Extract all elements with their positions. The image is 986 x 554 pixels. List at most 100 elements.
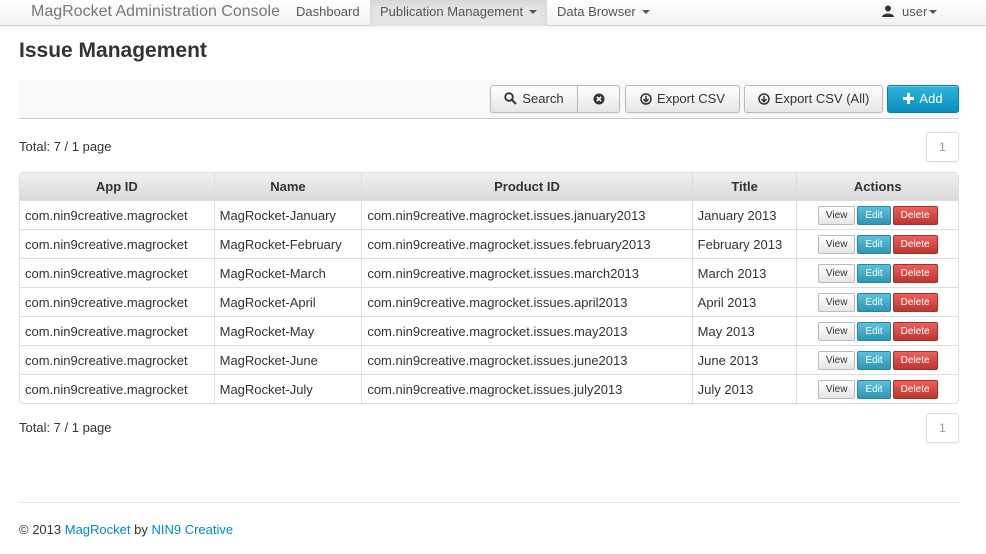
search-button[interactable]: Search xyxy=(490,85,578,113)
footer: © 2013 MagRocket by NIN9 Creative xyxy=(19,522,233,537)
cell-actions: View Edit Delete xyxy=(796,200,958,229)
view-button[interactable]: View xyxy=(817,263,856,283)
edit-button[interactable]: Edit xyxy=(857,321,891,341)
table-header-row: App ID Name Product ID Title Actions xyxy=(20,173,958,200)
add-button[interactable]: Add xyxy=(887,85,959,113)
edit-button[interactable]: Edit xyxy=(857,292,891,312)
delete-button[interactable]: Delete xyxy=(892,292,938,312)
clear-search-button[interactable] xyxy=(577,85,620,113)
cell-title: February 2013 xyxy=(691,229,797,258)
cell-app-id: com.nin9creative.magrocket xyxy=(20,287,214,316)
cell-app-id: com.nin9creative.magrocket xyxy=(20,200,214,229)
cell-actions: View Edit Delete xyxy=(796,258,958,287)
cell-app-id: com.nin9creative.magrocket xyxy=(20,316,214,345)
table-row: com.nin9creative.magrocket MagRocket-Apri… xyxy=(20,287,958,316)
delete-button[interactable]: Delete xyxy=(892,234,938,254)
download-icon xyxy=(757,92,770,105)
nav-publication-management[interactable]: Publication Management xyxy=(370,0,548,26)
cell-name: MagRocket-March xyxy=(213,258,362,287)
view-button[interactable]: View xyxy=(817,350,856,370)
cell-app-id: com.nin9creative.magrocket xyxy=(20,374,214,403)
delete-button[interactable]: Delete xyxy=(892,321,938,341)
delete-button[interactable]: Delete xyxy=(892,379,938,399)
nav-dashboard-label: Dashboard xyxy=(296,4,360,19)
cell-title: June 2013 xyxy=(691,345,797,374)
cell-product-id: com.nin9creative.magrocket.issues.june20… xyxy=(361,345,692,374)
user-icon xyxy=(882,5,894,18)
caret-down-icon xyxy=(529,9,538,14)
total-count-bottom: Total: 7 / 1 page xyxy=(19,420,112,435)
cell-actions: View Edit Delete xyxy=(796,345,958,374)
cell-product-id: com.nin9creative.magrocket.issues.april2… xyxy=(361,287,692,316)
nav-publication-management-label: Publication Management xyxy=(380,4,524,19)
view-button[interactable]: View xyxy=(817,205,856,225)
cell-name: MagRocket-May xyxy=(213,316,362,345)
delete-button[interactable]: Delete xyxy=(892,263,938,283)
cell-title: July 2013 xyxy=(691,374,797,403)
view-button[interactable]: View xyxy=(817,292,856,312)
cell-title: April 2013 xyxy=(691,287,797,316)
cell-name: MagRocket-January xyxy=(213,200,362,229)
edit-button[interactable]: Edit xyxy=(857,379,891,399)
export-csv-all-label: Export CSV (All) xyxy=(774,91,870,106)
clear-icon xyxy=(593,93,604,105)
issues-table: App ID Name Product ID Title Actions com… xyxy=(19,172,959,404)
total-count-top: Total: 7 / 1 page xyxy=(19,139,112,154)
export-csv-all-button[interactable]: Export CSV (All) xyxy=(744,85,883,113)
cell-title: May 2013 xyxy=(691,316,797,345)
export-csv-button[interactable]: Export CSV xyxy=(625,85,740,113)
page-title: Issue Management xyxy=(19,39,207,62)
column-header-product-id[interactable]: Product ID xyxy=(361,173,692,200)
cell-actions: View Edit Delete xyxy=(796,316,958,345)
cell-product-id: com.nin9creative.magrocket.issues.februa… xyxy=(361,229,692,258)
view-button[interactable]: View xyxy=(817,234,856,254)
delete-button[interactable]: Delete xyxy=(892,350,938,370)
pagination-page-top[interactable]: 1 xyxy=(926,132,959,162)
column-header-title[interactable]: Title xyxy=(691,173,797,200)
cell-product-id: com.nin9creative.magrocket.issues.may201… xyxy=(361,316,692,345)
search-button-label: Search xyxy=(522,91,564,106)
table-row: com.nin9creative.magrocket MagRocket-July… xyxy=(20,374,958,403)
footer-magrocket-link[interactable]: MagRocket xyxy=(65,522,131,537)
table-row: com.nin9creative.magrocket MagRocket-Febr… xyxy=(20,229,958,258)
nav-dashboard[interactable]: Dashboard xyxy=(286,0,370,26)
view-button[interactable]: View xyxy=(817,379,856,399)
cell-title: March 2013 xyxy=(691,258,797,287)
export-csv-label: Export CSV xyxy=(657,91,725,106)
nav-data-browser[interactable]: Data Browser xyxy=(547,0,660,26)
search-icon xyxy=(504,92,518,105)
delete-button[interactable]: Delete xyxy=(892,205,938,225)
edit-button[interactable]: Edit xyxy=(857,234,891,254)
column-header-app-id[interactable]: App ID xyxy=(20,173,214,200)
top-navbar: MagRocket Administration Console Dashboa… xyxy=(0,0,986,26)
column-header-actions: Actions xyxy=(796,173,958,200)
cell-app-id: com.nin9creative.magrocket xyxy=(20,345,214,374)
add-button-label: Add xyxy=(919,91,943,106)
footer-company-link[interactable]: NIN9 Creative xyxy=(151,522,233,537)
brand-title[interactable]: MagRocket Administration Console xyxy=(31,2,280,22)
cell-name: MagRocket-February xyxy=(213,229,362,258)
nav-data-browser-label: Data Browser xyxy=(557,4,636,19)
view-button[interactable]: View xyxy=(817,321,856,341)
table-row: com.nin9creative.magrocket MagRocket-Marc… xyxy=(20,258,958,287)
edit-button[interactable]: Edit xyxy=(857,205,891,225)
column-header-name[interactable]: Name xyxy=(213,173,362,200)
plus-icon xyxy=(903,93,915,105)
edit-button[interactable]: Edit xyxy=(857,350,891,370)
table-row: com.nin9creative.magrocket MagRocket-Janu… xyxy=(20,200,958,229)
edit-button[interactable]: Edit xyxy=(857,263,891,283)
footer-copyright: © 2013 xyxy=(19,522,62,537)
cell-actions: View Edit Delete xyxy=(796,374,958,403)
cell-app-id: com.nin9creative.magrocket xyxy=(20,258,214,287)
user-menu[interactable]: user xyxy=(872,0,947,26)
table-row: com.nin9creative.magrocket MagRocket-May c… xyxy=(20,316,958,345)
pagination-page-bottom[interactable]: 1 xyxy=(926,413,959,443)
cell-app-id: com.nin9creative.magrocket xyxy=(20,229,214,258)
cell-title: January 2013 xyxy=(691,200,797,229)
caret-down-icon xyxy=(641,9,650,14)
user-name: user xyxy=(902,4,928,19)
toolbar: Search Export CSV Export CSV (All) Add xyxy=(19,80,959,119)
cell-product-id: com.nin9creative.magrocket.issues.march2… xyxy=(361,258,692,287)
caret-down-icon xyxy=(929,9,938,14)
cell-actions: View Edit Delete xyxy=(796,287,958,316)
